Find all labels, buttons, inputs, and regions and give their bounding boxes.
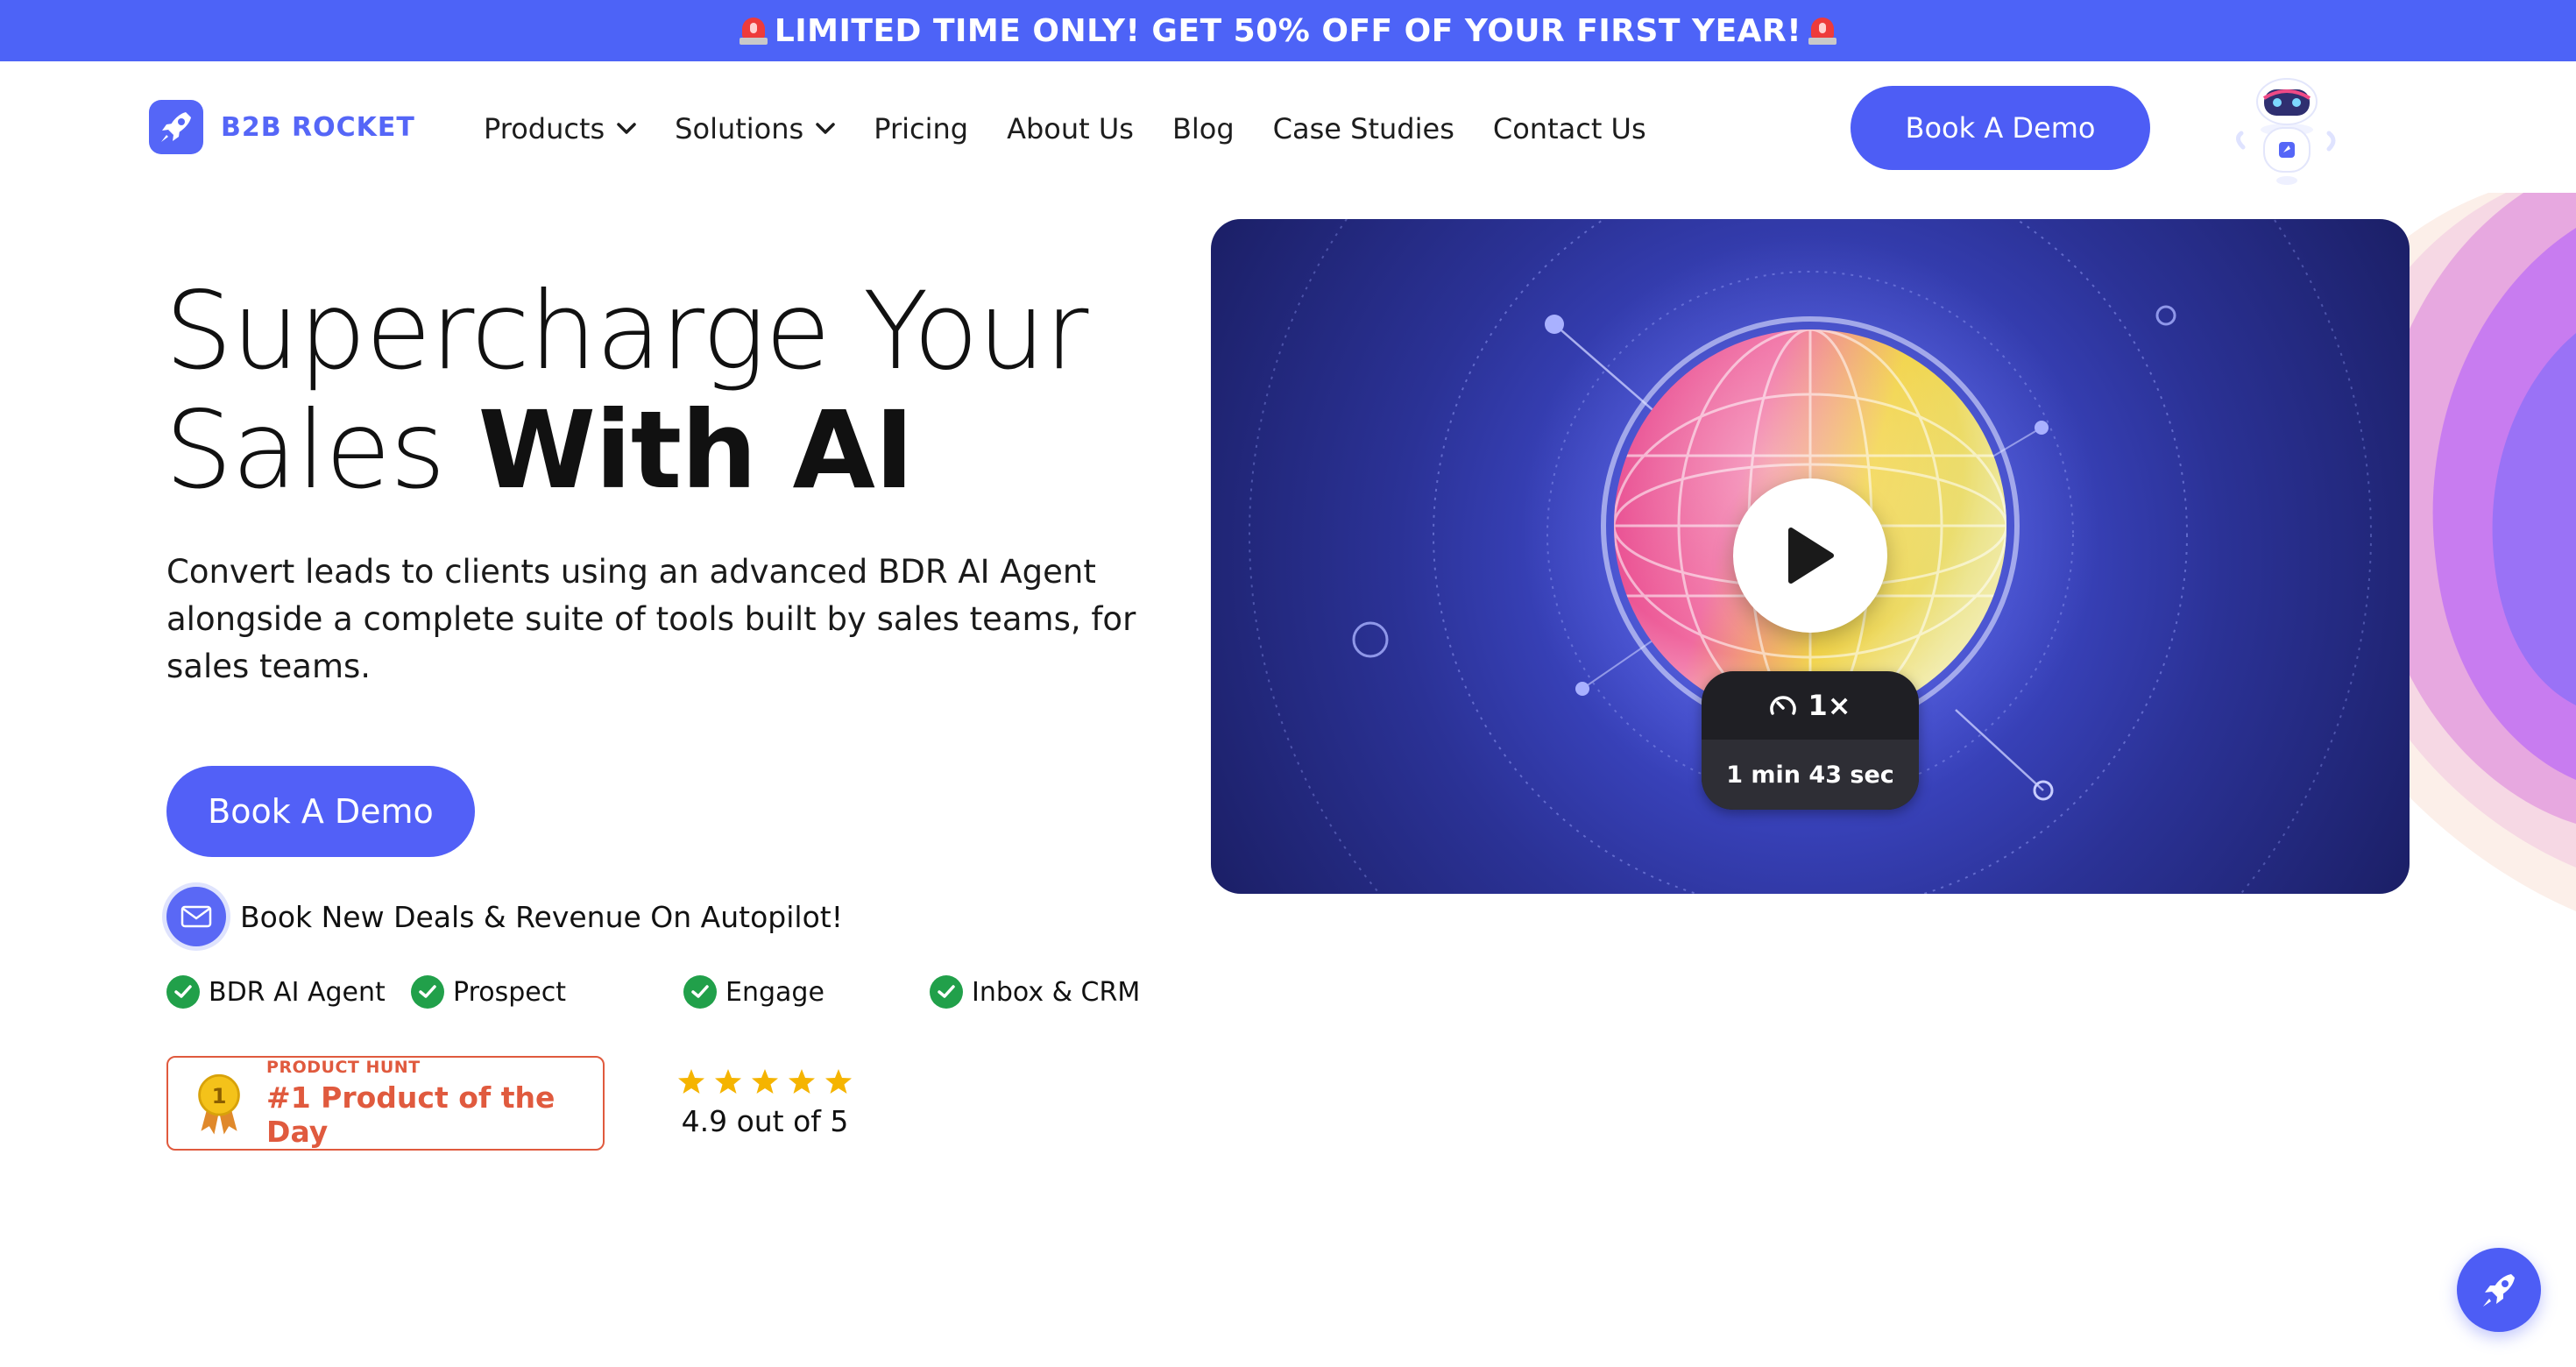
product-hunt-badge[interactable]: 1 PRODUCT HUNT #1 Product of the Day [166, 1056, 605, 1151]
feature-label: Inbox & CRM [972, 976, 1141, 1008]
medal-icon: 1 [198, 1073, 240, 1135]
feature-label: Engage [725, 976, 824, 1008]
feature-item: BDR AI Agent [166, 975, 386, 1009]
chevron-down-icon [617, 123, 636, 134]
nav-label: About Us [1007, 112, 1134, 145]
site-header: B2B ROCKET Products Solutions Pricing Ab… [0, 61, 2576, 193]
tagline-text: Book New Deals & Revenue On Autopilot! [240, 899, 843, 934]
check-circle-icon [411, 975, 444, 1009]
nav-label: Pricing [874, 112, 969, 145]
playback-speed[interactable]: 1× [1702, 671, 1919, 740]
promo-banner-text: LIMITED TIME ONLY! GET 50% OFF OF YOUR F… [774, 12, 1802, 49]
promo-banner[interactable]: LIMITED TIME ONLY! GET 50% OFF OF YOUR F… [0, 0, 2576, 61]
feature-label: Prospect [453, 976, 566, 1008]
nav-pricing[interactable]: Pricing [874, 112, 968, 145]
check-circle-icon [930, 975, 963, 1009]
hero-title-light: Sales [165, 388, 478, 513]
star-icon [678, 1069, 704, 1094]
nav-products[interactable]: Products [484, 112, 636, 145]
nav-case-studies[interactable]: Case Studies [1273, 112, 1454, 145]
chevron-down-icon [816, 123, 835, 134]
speed-label: 1× [1808, 689, 1851, 722]
rating: 4.9 out of 5 [673, 1067, 857, 1138]
feature-item: Prospect [411, 975, 566, 1009]
header-book-demo-button[interactable]: Book A Demo [1851, 86, 2150, 170]
nav-label: Solutions [675, 112, 804, 145]
hero-title-line1: Supercharge Your [165, 269, 1088, 393]
rating-text: 4.9 out of 5 [681, 1104, 849, 1138]
star-rating [673, 1067, 857, 1095]
star-icon [789, 1069, 815, 1094]
hero-book-demo-button[interactable]: Book A Demo [166, 766, 475, 857]
star-icon [825, 1069, 852, 1094]
nav-blog[interactable]: Blog [1172, 112, 1235, 145]
tagline: Book New Deals & Revenue On Autopilot! [166, 887, 843, 946]
logo-text: B2B ROCKET [221, 111, 415, 143]
product-hunt-text: PRODUCT HUNT #1 Product of the Day [266, 1058, 603, 1149]
rocket-icon [2483, 1274, 2515, 1307]
nav-label: Blog [1171, 112, 1235, 145]
logo[interactable]: B2B ROCKET [149, 100, 415, 154]
product-hunt-title: #1 Product of the Day [266, 1080, 556, 1149]
feature-label: BDR AI Agent [209, 976, 386, 1008]
nav-about-us[interactable]: About Us [1007, 112, 1134, 145]
play-button[interactable] [1733, 478, 1887, 633]
feature-item: Inbox & CRM [930, 975, 1140, 1009]
robot-assistant-icon[interactable] [2226, 77, 2348, 187]
nav-contact-us[interactable]: Contact Us [1493, 112, 1646, 145]
main-nav: Products Solutions Pricing About Us Blog… [484, 107, 1685, 151]
hero-title-bold: With AI [478, 388, 915, 513]
nav-label: Case Studies [1272, 112, 1454, 145]
hero-title: Supercharge Your Sales With AI [165, 272, 1260, 510]
hero-title-line2: Sales With AI [165, 391, 1260, 510]
video-duration: 1 min 43 sec [1702, 740, 1919, 810]
star-icon [752, 1069, 778, 1094]
chat-launcher-button[interactable] [2457, 1248, 2541, 1332]
product-hunt-label: PRODUCT HUNT [266, 1058, 421, 1077]
mail-icon [166, 887, 226, 946]
medal-number: 1 [212, 1083, 227, 1108]
playback-info[interactable]: 1× 1 min 43 sec [1702, 671, 1919, 810]
check-circle-icon [166, 975, 200, 1009]
siren-icon [1808, 16, 1837, 46]
nav-label: Products [484, 112, 605, 145]
siren-icon [739, 16, 768, 46]
video-player[interactable]: 1× 1 min 43 sec [1211, 219, 2410, 894]
play-icon [1788, 528, 1834, 584]
gauge-icon [1770, 696, 1797, 715]
nav-solutions[interactable]: Solutions [675, 112, 835, 145]
check-circle-icon [683, 975, 717, 1009]
hero-subtitle: Convert leads to clients using an advanc… [166, 553, 1136, 685]
rocket-logo-icon [149, 100, 203, 154]
feature-list: BDR AI Agent Prospect Engage Inbox & CRM [166, 975, 1148, 1019]
feature-item: Engage [683, 975, 824, 1009]
nav-label: Contact Us [1492, 112, 1646, 145]
star-icon [715, 1069, 741, 1094]
